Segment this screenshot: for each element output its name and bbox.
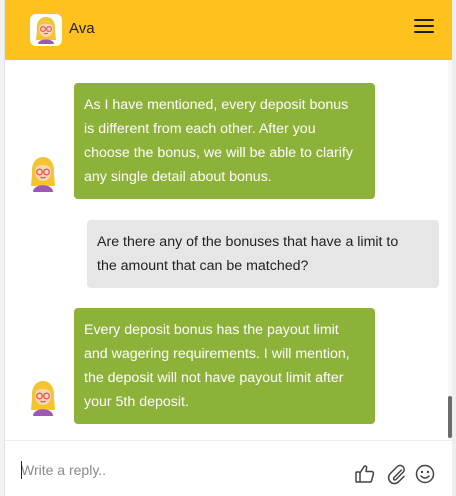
- message-line: is different from each other. After you: [84, 121, 316, 137]
- text-caret: [21, 461, 22, 479]
- message-line: and wagering requirements. I will mentio…: [84, 346, 350, 362]
- bot-message: Every deposit bonus has the payout limit…: [74, 308, 375, 424]
- agent-name: Ava: [69, 20, 95, 37]
- chat-widget: Ava As I have mentioned, every deposit b…: [0, 0, 456, 496]
- reply-composer: [5, 440, 452, 496]
- message-line: choose the bonus, we will be able to cla…: [84, 145, 353, 161]
- thumbs-up-icon[interactable]: [354, 463, 376, 485]
- message-line: Every deposit bonus has the payout limit: [84, 322, 339, 338]
- scrollbar-thumb[interactable]: [448, 396, 452, 438]
- agent-avatar-icon: [36, 17, 56, 44]
- message-line: the deposit will not have payout limit a…: [84, 370, 344, 386]
- message-line: Are there any of the bonuses that have a…: [97, 234, 399, 250]
- smiley-icon[interactable]: [414, 463, 436, 485]
- agent-avatar-icon: [31, 381, 55, 416]
- reply-input[interactable]: [21, 459, 321, 481]
- user-message: Are there any of the bonuses that have a…: [87, 220, 439, 288]
- chat-header: Ava: [5, 0, 452, 60]
- message-line: any single detail about bonus.: [84, 169, 272, 185]
- message-list[interactable]: As I have mentioned, every deposit bonus…: [5, 60, 448, 440]
- message-line: As I have mentioned, every deposit bonus: [84, 97, 349, 113]
- message-line: your 5th deposit.: [84, 394, 189, 410]
- hamburger-menu-icon[interactable]: [414, 19, 434, 39]
- right-border: [452, 0, 456, 496]
- agent-avatar-icon: [31, 157, 55, 192]
- paperclip-icon[interactable]: [386, 463, 408, 485]
- message-line: the amount that can be matched?: [97, 258, 309, 274]
- scrollbar-track[interactable]: [448, 60, 452, 440]
- bot-message: As I have mentioned, every deposit bonus…: [74, 83, 375, 199]
- agent-avatar: [30, 14, 62, 46]
